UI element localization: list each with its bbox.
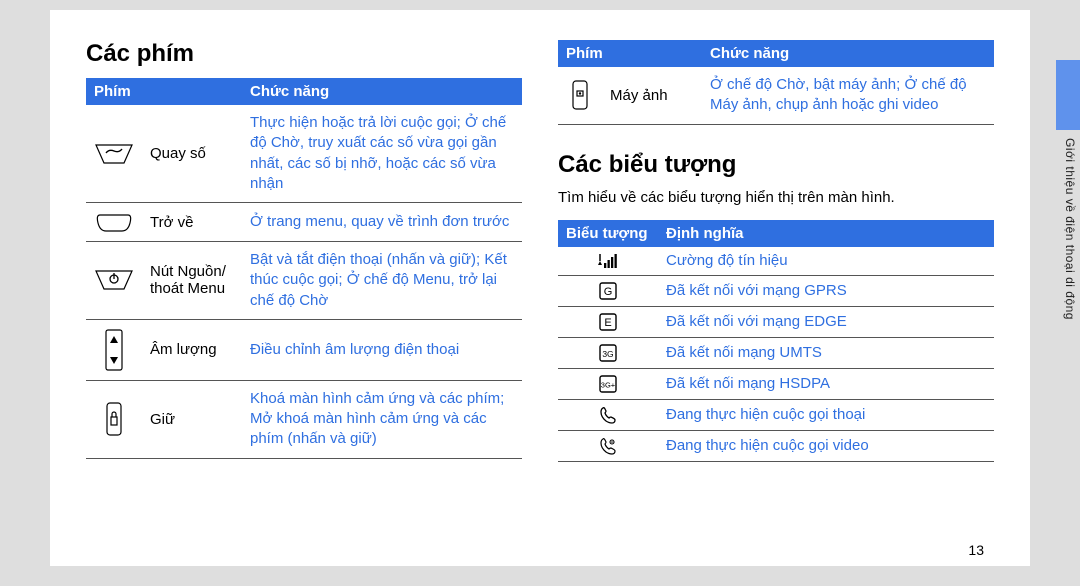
icons-desc: Tìm hiểu về các biểu tượng hiển thị trên… xyxy=(558,189,994,206)
key-label: Giữ xyxy=(142,380,242,458)
power-key-icon xyxy=(86,242,142,320)
table-row: Đang thực hiện cuộc gọi thoại xyxy=(558,399,994,430)
icon-def: Đang thực hiện cuộc gọi video xyxy=(658,430,994,461)
th-def: Định nghĩa xyxy=(658,220,994,247)
svg-text:G: G xyxy=(604,286,613,298)
table-row: Đang thực hiện cuộc gọi video xyxy=(558,430,994,461)
table-row: Giữ Khoá màn hình cảm ứng và các phím; M… xyxy=(86,380,522,458)
document-page: Các phím Phím Chức năng Quay số Thực hiệ… xyxy=(50,10,1030,566)
right-column: Phím Chức năng Máy ảnh Ở chế độ Chờ, bật… xyxy=(558,40,994,546)
svg-text:E: E xyxy=(604,317,611,329)
th-func: Chức năng xyxy=(242,78,522,105)
table-row: 3G+ Đã kết nối mạng HSDPA xyxy=(558,368,994,399)
key-label: Trở về xyxy=(142,203,242,242)
icon-def: Đã kết nối mạng UMTS xyxy=(658,337,994,368)
th-key: Phím xyxy=(86,78,242,105)
keys-table-right: Phím Chức năng Máy ảnh Ở chế độ Chờ, bật… xyxy=(558,40,994,125)
table-row: G Đã kết nối với mạng GPRS xyxy=(558,275,994,306)
icon-def: Đã kết nối với mạng GPRS xyxy=(658,275,994,306)
key-func: Ở trang menu, quay về trình đơn trước xyxy=(242,203,522,242)
th-icon: Biểu tượng xyxy=(558,220,658,247)
key-func: Thực hiện hoặc trả lời cuộc gọi; Ở chế đ… xyxy=(242,105,522,203)
edge-icon: E xyxy=(558,306,658,337)
keys-table: Phím Chức năng Quay số Thực hiện hoặc tr… xyxy=(86,78,522,459)
icon-def: Cường độ tín hiệu xyxy=(658,247,994,276)
key-label: Máy ảnh xyxy=(602,67,702,124)
section-tab xyxy=(1056,60,1080,130)
signal-strength-icon xyxy=(558,247,658,276)
umts-icon: 3G xyxy=(558,337,658,368)
volume-key-icon xyxy=(86,319,142,380)
key-label: Quay số xyxy=(142,105,242,203)
table-row: Cường độ tín hiệu xyxy=(558,247,994,276)
dial-key-icon xyxy=(86,105,142,203)
section-side-label: Giới thiệu về điện thoại di động xyxy=(1063,138,1077,320)
key-label: Âm lượng xyxy=(142,319,242,380)
table-row: Quay số Thực hiện hoặc trả lời cuộc gọi;… xyxy=(86,105,522,203)
table-row: Nút Nguồn/ thoát Menu Bật và tắt điện th… xyxy=(86,242,522,320)
camera-key-icon xyxy=(558,67,602,124)
key-func: Điều chỉnh âm lượng điện thoại xyxy=(242,319,522,380)
th-func: Chức năng xyxy=(702,40,994,67)
table-row: Máy ảnh Ở chế độ Chờ, bật máy ảnh; Ở chế… xyxy=(558,67,994,124)
left-column: Các phím Phím Chức năng Quay số Thực hiệ… xyxy=(86,40,522,546)
video-call-icon xyxy=(558,430,658,461)
svg-text:3G: 3G xyxy=(602,349,613,359)
voice-call-icon xyxy=(558,399,658,430)
svg-text:3G+: 3G+ xyxy=(601,380,616,389)
icon-def: Đã kết nối mạng HSDPA xyxy=(658,368,994,399)
key-label: Nút Nguồn/ thoát Menu xyxy=(142,242,242,320)
icons-heading: Các biểu tượng xyxy=(558,151,994,179)
table-row: 3G Đã kết nối mạng UMTS xyxy=(558,337,994,368)
page-number: 13 xyxy=(968,542,984,558)
back-key-icon xyxy=(86,203,142,242)
key-func: Khoá màn hình cảm ứng và các phím; Mở kh… xyxy=(242,380,522,458)
keys-heading: Các phím xyxy=(86,40,522,68)
hsdpa-icon: 3G+ xyxy=(558,368,658,399)
key-func: Ở chế độ Chờ, bật máy ảnh; Ở chế độ Máy … xyxy=(702,67,994,124)
table-row: Âm lượng Điều chỉnh âm lượng điện thoại xyxy=(86,319,522,380)
icon-def: Đang thực hiện cuộc gọi thoại xyxy=(658,399,994,430)
table-row: Trở về Ở trang menu, quay về trình đơn t… xyxy=(86,203,522,242)
icons-table: Biểu tượng Định nghĩa Cường độ tín hiệu … xyxy=(558,220,994,462)
gprs-icon: G xyxy=(558,275,658,306)
th-key: Phím xyxy=(558,40,702,67)
icon-def: Đã kết nối với mạng EDGE xyxy=(658,306,994,337)
hold-key-icon xyxy=(86,380,142,458)
key-func: Bật và tắt điện thoại (nhấn và giữ); Kết… xyxy=(242,242,522,320)
table-row: E Đã kết nối với mạng EDGE xyxy=(558,306,994,337)
